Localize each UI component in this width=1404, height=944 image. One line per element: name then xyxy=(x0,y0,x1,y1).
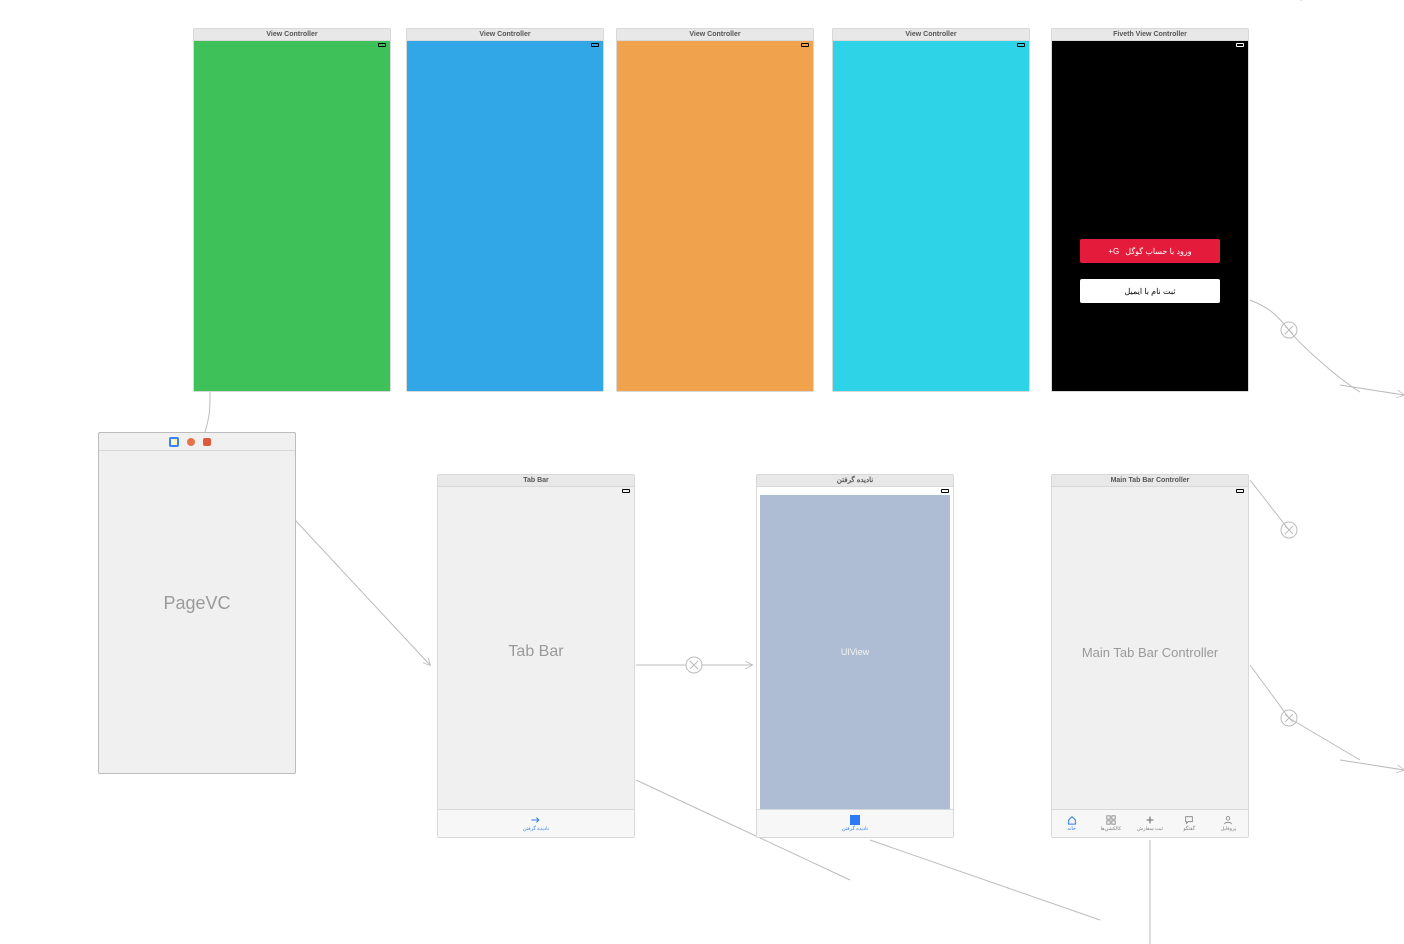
scene-title: Tab Bar xyxy=(438,475,634,487)
battery-icon xyxy=(941,489,949,493)
scene-fiveth-view-controller[interactable]: Fiveth View Controller ورود با حساب گوگل… xyxy=(1051,28,1249,392)
scene-view-controller-orange[interactable]: View Controller xyxy=(616,28,814,392)
battery-icon xyxy=(622,489,630,493)
scene-view-controller-cyan[interactable]: View Controller xyxy=(832,28,1030,392)
storyboard-canvas[interactable]: View Controller View Controller View Con… xyxy=(0,0,1404,944)
scene-title: View Controller xyxy=(407,29,603,41)
tab-label: کالکشن‌ها xyxy=(1100,826,1121,832)
tab-item-collections[interactable]: کالکشن‌ها xyxy=(1091,810,1130,837)
tab-label: پروفایل xyxy=(1221,826,1237,832)
placeholder-label: Tab Bar xyxy=(438,495,634,809)
battery-icon xyxy=(801,43,809,47)
google-signin-button[interactable]: ورود با حساب گوگل G+ xyxy=(1080,239,1220,263)
placeholder-label: Main Tab Bar Controller xyxy=(1052,495,1248,809)
google-plus-icon: G+ xyxy=(1108,247,1119,256)
tab-item-home[interactable]: خانه xyxy=(1052,810,1091,837)
scene-tab-bar[interactable]: Tab Bar Tab Bar نادیده گرفتن xyxy=(437,474,635,838)
tab-item-ignore[interactable]: نادیده گرفتن xyxy=(438,810,634,837)
scene-ignore[interactable]: نادیده گرفتن UIView نادیده گرفتن xyxy=(756,474,954,838)
placeholder-label: PageVC xyxy=(99,433,295,773)
battery-icon xyxy=(1017,43,1025,47)
scene-view-controller-blue[interactable]: View Controller xyxy=(406,28,604,392)
scene-main-tab-bar-controller[interactable]: Main Tab Bar Controller Main Tab Bar Con… xyxy=(1051,474,1249,838)
uiview[interactable]: UIView xyxy=(760,495,950,809)
tab-bar: نادیده گرفتن xyxy=(757,809,953,837)
tab-item-chat[interactable]: گفتگو xyxy=(1170,810,1209,837)
tab-item-order[interactable]: ثبت سفارش xyxy=(1130,810,1169,837)
scene-title: View Controller xyxy=(833,29,1029,41)
scene-title: Fiveth View Controller xyxy=(1052,29,1248,41)
scene-pagevc[interactable]: PageVC xyxy=(98,432,296,774)
tab-item-ignore[interactable]: نادیده گرفتن xyxy=(757,810,953,837)
scene-title: نادیده گرفتن xyxy=(757,475,953,487)
tab-label: نادیده گرفتن xyxy=(523,826,549,832)
placeholder-label: UIView xyxy=(841,647,869,657)
scene-title: View Controller xyxy=(194,29,390,41)
tab-label: ثبت سفارش xyxy=(1137,826,1163,832)
tab-bar: نادیده گرفتن xyxy=(438,809,634,837)
chat-icon xyxy=(1184,815,1194,825)
google-signin-label: ورود با حساب گوگل xyxy=(1125,247,1191,256)
battery-icon xyxy=(1236,489,1244,493)
tab-bar: خانه کالکشن‌ها ثبت سفارش xyxy=(1052,809,1248,837)
person-icon xyxy=(1223,815,1233,825)
square-icon xyxy=(850,815,860,825)
plus-icon xyxy=(1145,815,1155,825)
scene-title: Main Tab Bar Controller xyxy=(1052,475,1248,487)
battery-icon xyxy=(1236,43,1244,47)
tab-label: خانه xyxy=(1067,826,1076,832)
scene-title: View Controller xyxy=(617,29,813,41)
grid-icon xyxy=(1106,815,1116,825)
email-signup-label: ثبت نام با ایمیل xyxy=(1125,287,1176,296)
arrow-right-icon xyxy=(531,815,541,825)
home-icon xyxy=(1067,815,1077,825)
battery-icon xyxy=(378,43,386,47)
tab-label: نادیده گرفتن xyxy=(842,826,868,832)
tab-item-profile[interactable]: پروفایل xyxy=(1209,810,1248,837)
battery-icon xyxy=(591,43,599,47)
tab-label: گفتگو xyxy=(1183,826,1195,832)
email-signup-button[interactable]: ثبت نام با ایمیل xyxy=(1080,279,1220,303)
scene-view-controller-green[interactable]: View Controller xyxy=(193,28,391,392)
